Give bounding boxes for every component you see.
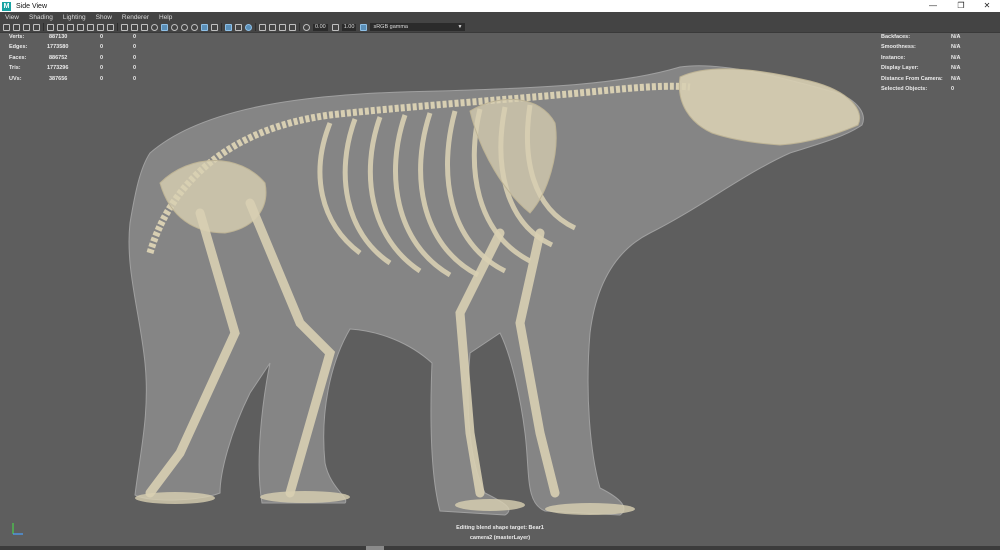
bookmark-icon[interactable]: [23, 23, 30, 31]
hud-label: Distance From Camera:: [881, 76, 943, 82]
hud-value: 0: [100, 34, 104, 40]
hud-value: N/A: [951, 44, 961, 50]
menu-renderer[interactable]: Renderer: [122, 14, 149, 21]
hud-value: 0: [133, 65, 137, 71]
resolution-gate-icon[interactable]: [87, 23, 94, 31]
safe-title-icon[interactable]: [131, 23, 138, 31]
xray-active-components-icon[interactable]: [245, 23, 252, 31]
hud-label: Edges:: [9, 44, 28, 50]
camera-attributes-icon[interactable]: [13, 23, 20, 31]
color-space-dropdown[interactable]: sRGB gamma ▼: [370, 23, 466, 31]
toolbar-divider: [299, 23, 300, 31]
exposure-icon: [303, 23, 310, 31]
select-camera-icon[interactable]: [3, 23, 10, 31]
hud-value: 387656: [49, 76, 68, 82]
toolbar-divider: [117, 23, 118, 31]
hud-value: 0: [133, 44, 137, 50]
use-all-lights-icon[interactable]: [191, 23, 198, 31]
blend-shape-status: Editing blend shape target: Bear1: [456, 525, 544, 531]
panel-menu-bar: View Shading Lighting Show Renderer Help: [0, 12, 1000, 22]
hud-value: 1773296: [47, 65, 69, 71]
hud-label: Selected Objects:: [881, 86, 928, 92]
restore-button[interactable]: ❐: [948, 0, 974, 12]
poly-count-hud: Verts: 887130 0 0 Edges: 1773580 0 0 Fac…: [9, 34, 149, 84]
hud-value: 0: [100, 44, 104, 50]
shadows-icon[interactable]: [201, 23, 208, 31]
image-plane-icon[interactable]: [33, 23, 40, 31]
panel-bottom-edge: [0, 546, 1000, 550]
grease-pencil-icon[interactable]: [47, 23, 54, 31]
scroll-handle[interactable]: [366, 546, 384, 550]
hud-value: 0: [133, 76, 137, 82]
hud-label: Backfaces:: [881, 34, 911, 40]
hud-label: UVs:: [9, 76, 22, 82]
textured-icon[interactable]: [181, 23, 188, 31]
wireframe-icon[interactable]: [151, 23, 158, 31]
hud-label: Smoothness:: [881, 44, 916, 50]
xray-icon[interactable]: [225, 23, 232, 31]
hud-value: 0: [100, 65, 104, 71]
hud-value: 887130: [49, 34, 68, 40]
close-button[interactable]: ✕: [974, 0, 1000, 12]
toolbar-divider: [255, 23, 256, 31]
hud-value: 1773580: [47, 44, 69, 50]
chevron-down-icon: ▼: [457, 24, 463, 30]
multisample-icon[interactable]: [269, 23, 276, 31]
hud-value: 0: [951, 86, 955, 92]
toolbar-divider: [43, 23, 44, 31]
hud-value: 0: [100, 76, 104, 82]
screen-space-ao-icon[interactable]: [211, 23, 218, 31]
hud-value: 0: [100, 55, 104, 61]
exposure-field[interactable]: 0.00: [313, 23, 328, 31]
color-space-value: sRGB gamma: [373, 24, 408, 30]
xray-joints-icon[interactable]: [235, 23, 242, 31]
hud-label: Faces:: [9, 55, 27, 61]
object-details-hud: Backfaces: N/A Smoothness: N/A Instance:…: [881, 34, 981, 94]
lock-camera-icon[interactable]: [289, 23, 296, 31]
hud-value: N/A: [951, 76, 961, 82]
field-chart-icon[interactable]: [107, 23, 114, 31]
hud-value: N/A: [951, 55, 961, 61]
hud-label: Instance:: [881, 55, 906, 61]
maya-app-icon: M: [2, 1, 11, 11]
window-title: Side View: [16, 2, 48, 10]
minimize-button[interactable]: —: [920, 0, 946, 12]
two-d-pan-icon[interactable]: [57, 23, 64, 31]
view-transform-icon[interactable]: [360, 23, 368, 31]
menu-view[interactable]: View: [5, 14, 19, 21]
hud-value: 0: [133, 55, 137, 61]
wireframe-on-shaded-icon[interactable]: [171, 23, 178, 31]
grid-icon[interactable]: [67, 23, 74, 31]
toolbar-divider: [221, 23, 222, 31]
isolate-select-icon[interactable]: [141, 23, 148, 31]
viewport-canvas[interactable]: Verts: 887130 0 0 Edges: 1773580 0 0 Fac…: [0, 33, 1000, 546]
bear-skeleton-model[interactable]: [0, 33, 1000, 546]
menu-lighting[interactable]: Lighting: [63, 14, 86, 21]
depth-of-field-icon[interactable]: [279, 23, 286, 31]
menu-shading[interactable]: Shading: [29, 14, 53, 21]
panel-toolbar: 0.00 1.00 sRGB gamma ▼: [0, 22, 1000, 33]
camera-name: camera2 (masterLayer): [469, 535, 531, 541]
gamma-icon: [331, 23, 339, 31]
hud-label: Verts:: [9, 34, 25, 40]
gate-mask-icon[interactable]: [97, 23, 104, 31]
menu-show[interactable]: Show: [96, 14, 112, 21]
film-gate-icon[interactable]: [77, 23, 84, 31]
hud-label: Tris:: [9, 65, 21, 71]
title-bar: M Side View — ❐ ✕: [0, 0, 1000, 12]
gamma-field[interactable]: 1.00: [341, 23, 357, 31]
hud-label: Display Layer:: [881, 65, 919, 71]
smooth-shade-icon[interactable]: [161, 23, 168, 31]
hud-value: 886752: [49, 55, 68, 61]
hud-value: 0: [133, 34, 137, 40]
safe-action-icon[interactable]: [121, 23, 128, 31]
hud-value: N/A: [951, 34, 961, 40]
viewport-status: Editing blend shape target: Bear1 camera…: [400, 523, 600, 543]
hud-value: N/A: [951, 65, 961, 71]
menu-help[interactable]: Help: [159, 14, 172, 21]
motion-blur-icon[interactable]: [259, 23, 266, 31]
view-axis-icon: [12, 523, 23, 535]
